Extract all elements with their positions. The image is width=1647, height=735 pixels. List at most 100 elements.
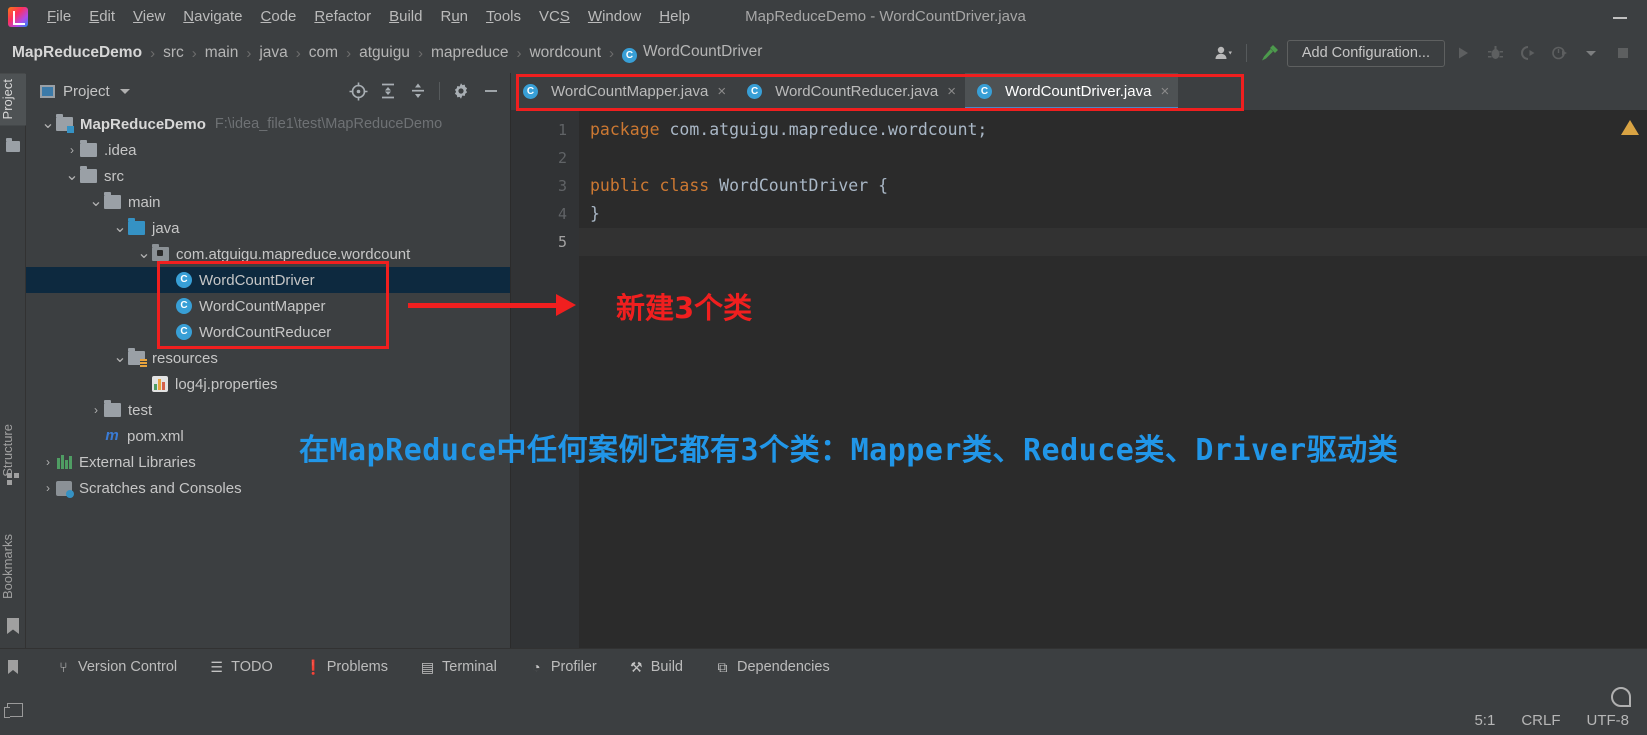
tree-node-java[interactable]: ⌄ java (26, 215, 510, 241)
menu-item-run[interactable]: Run (431, 5, 477, 28)
tree-node-scratches-and-consoles[interactable]: › Scratches and Consoles (26, 475, 510, 501)
menu-item-refactor[interactable]: Refactor (305, 5, 380, 28)
caret-position[interactable]: 5:1 (1474, 712, 1495, 729)
breadcrumb-item-atguigu[interactable]: atguigu (359, 44, 410, 62)
tree-node-src[interactable]: ⌄ src (26, 163, 510, 189)
chevron-down-icon[interactable] (119, 88, 130, 94)
hide-icon[interactable] (478, 78, 504, 104)
tree-node-wordcountmapper[interactable]: C WordCountMapper (26, 293, 510, 319)
line-number: 3 (557, 177, 567, 195)
editor-tab-wordcountmapper[interactable]: C WordCountMapper.java × (511, 73, 735, 110)
breadcrumb-item-current-file[interactable]: C WordCountDriver (622, 43, 762, 63)
breadcrumb-item-com[interactable]: com (309, 44, 338, 62)
tool-tab-structure[interactable]: Structure (0, 418, 26, 483)
close-icon[interactable]: × (717, 83, 726, 100)
expand-all-icon[interactable] (375, 78, 401, 104)
folder-icon (80, 166, 97, 183)
code-line[interactable]: package com.atguigu.mapreduce.wordcount; (579, 116, 1647, 144)
gear-icon[interactable] (448, 78, 474, 104)
editor-tab-wordcountreducer[interactable]: C WordCountReducer.java × (735, 73, 965, 110)
breadcrumb-item-java[interactable]: java (259, 44, 287, 62)
editor-tab-label: WordCountReducer.java (775, 83, 939, 100)
run-with-coverage-icon[interactable] (1513, 40, 1541, 66)
tree-node--idea[interactable]: › .idea (26, 137, 510, 163)
debug-icon[interactable] (1481, 40, 1509, 66)
tree-node-wordcountreducer[interactable]: C WordCountReducer (26, 319, 510, 345)
stop-icon[interactable] (1609, 40, 1637, 66)
breadcrumb-item-main[interactable]: main (205, 44, 239, 62)
bottom-tool-todo[interactable]: ☰ TODO (193, 659, 289, 676)
breadcrumb-item-wordcount[interactable]: wordcount (529, 44, 601, 62)
run-icon[interactable] (1449, 40, 1477, 66)
code-content[interactable]: package com.atguigu.mapreduce.wordcount;… (579, 110, 1647, 648)
breadcrumb-item-src[interactable]: src (163, 44, 184, 62)
dropdown-icon[interactable] (1577, 40, 1605, 66)
line-separator[interactable]: CRLF (1521, 712, 1560, 729)
chevron-down-icon[interactable]: ⌄ (64, 168, 80, 184)
tree-node-resources[interactable]: ⌄ resources (26, 345, 510, 371)
close-icon[interactable]: × (1160, 83, 1169, 100)
tree-node-test[interactable]: › test (26, 397, 510, 423)
bottom-tool-version-control[interactable]: ⑂ Version Control (40, 659, 193, 675)
file-encoding[interactable]: UTF-8 (1587, 712, 1630, 729)
chevron-down-icon[interactable]: ⌄ (112, 350, 128, 366)
tree-node-mapreducedemo[interactable]: ⌄ MapReduceDemo F:\idea_file1\test\MapRedu… (26, 111, 510, 137)
bottom-tool-build[interactable]: ⚒ Build (613, 659, 699, 676)
chevron-right-icon[interactable]: › (88, 403, 104, 417)
tree-node-pom-xml[interactable]: m pom.xml (26, 423, 510, 449)
tool-tab-bookmarks[interactable]: Bookmarks (0, 528, 26, 605)
menu-item-navigate[interactable]: Navigate (174, 5, 251, 28)
menu-item-file[interactable]: File (38, 5, 80, 28)
minimize-button[interactable] (1611, 8, 1629, 26)
code-line[interactable] (579, 228, 1647, 256)
code-line[interactable] (579, 144, 1647, 172)
project-view-icon (40, 84, 55, 98)
menu-item-window[interactable]: Window (579, 5, 650, 28)
tree-node-log4j-properties[interactable]: log4j.properties (26, 371, 510, 397)
chevron-down-icon[interactable]: ⌄ (40, 116, 56, 132)
editor-tab-wordcountdriver[interactable]: C WordCountDriver.java × (965, 73, 1179, 110)
chevron-right-icon[interactable]: › (40, 455, 56, 469)
tree-node-main[interactable]: ⌄ main (26, 189, 510, 215)
window-title: MapReduceDemo - WordCountDriver.java (745, 8, 1026, 25)
bottom-tool-label: Version Control (78, 659, 178, 675)
code-line[interactable]: } (579, 200, 1647, 228)
menu-item-view[interactable]: View (124, 5, 174, 28)
breadcrumb-separator-icon: › (295, 44, 301, 62)
add-configuration-button[interactable]: Add Configuration... (1286, 39, 1445, 67)
notification-blob-icon[interactable] (1611, 687, 1631, 707)
menu-item-help[interactable]: Help (650, 5, 699, 28)
bottom-tool-terminal[interactable]: ▤ Terminal (404, 659, 513, 676)
chevron-down-icon[interactable]: ⌄ (136, 246, 152, 262)
tree-node-external-libraries[interactable]: › External Libraries (26, 449, 510, 475)
code-line[interactable]: public class WordCountDriver { (579, 172, 1647, 200)
menu-item-build[interactable]: Build (380, 5, 431, 28)
menu-item-edit[interactable]: Edit (80, 5, 124, 28)
tool-tab-project[interactable]: Project (0, 73, 26, 126)
menu-item-code[interactable]: Code (252, 5, 306, 28)
tree-node-com-atguigu-mapreduce-wordcount[interactable]: ⌄ com.atguigu.mapreduce.wordcount (26, 241, 510, 267)
chevron-right-icon[interactable]: › (40, 481, 56, 495)
bottom-tool-problems[interactable]: ❗ Problems (289, 659, 404, 676)
hammer-build-icon[interactable] (1255, 40, 1283, 66)
close-icon[interactable]: × (947, 83, 956, 100)
code-editor[interactable]: 1 2 3 4 5 package com.atguigu.mapreduce.word… (511, 110, 1647, 648)
profile-icon[interactable] (1545, 40, 1573, 66)
breadcrumb-item-mapreducedemo[interactable]: MapReduceDemo (12, 44, 142, 62)
chevron-right-icon[interactable]: › (64, 143, 80, 157)
warning-triangle-icon[interactable] (1621, 120, 1639, 135)
locate-icon[interactable] (345, 78, 371, 104)
bookmark-icon[interactable] (0, 659, 26, 675)
menu-item-vcs[interactable]: VCS (530, 5, 579, 28)
chevron-down-icon[interactable]: ⌄ (88, 194, 104, 210)
menu-item-tools[interactable]: Tools (477, 5, 530, 28)
breadcrumb-item-mapreduce[interactable]: mapreduce (431, 44, 509, 62)
tree-node-wordcountdriver[interactable]: C WordCountDriver (26, 267, 510, 293)
bottom-tool-dependencies[interactable]: ⧉ Dependencies (699, 659, 846, 676)
collapse-all-icon[interactable] (405, 78, 431, 104)
bottom-tool-profiler[interactable]: ◔ Profiler (513, 659, 613, 675)
line-number: 5 (557, 233, 567, 251)
user-avatar-icon[interactable] (1210, 40, 1238, 66)
layout-toggle-icon[interactable] (4, 703, 23, 718)
chevron-down-icon[interactable]: ⌄ (112, 220, 128, 236)
